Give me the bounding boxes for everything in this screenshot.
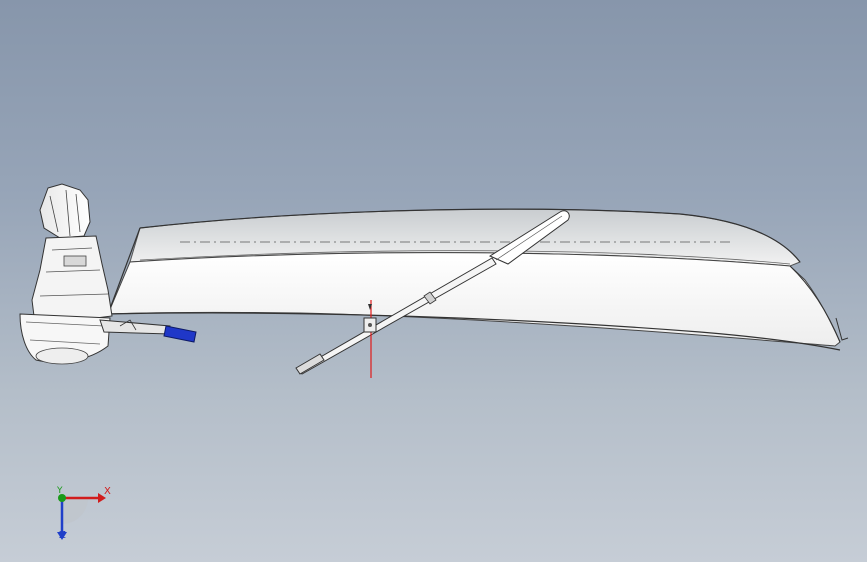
boat-hull[interactable] — [107, 208, 849, 351]
model-canvas[interactable] — [0, 0, 867, 562]
cad-viewport[interactable]: X Y Z — [0, 0, 867, 562]
z-axis-label: Z — [59, 530, 66, 541]
y-axis-label: Y — [57, 486, 63, 496]
x-axis-label: X — [104, 486, 111, 497]
